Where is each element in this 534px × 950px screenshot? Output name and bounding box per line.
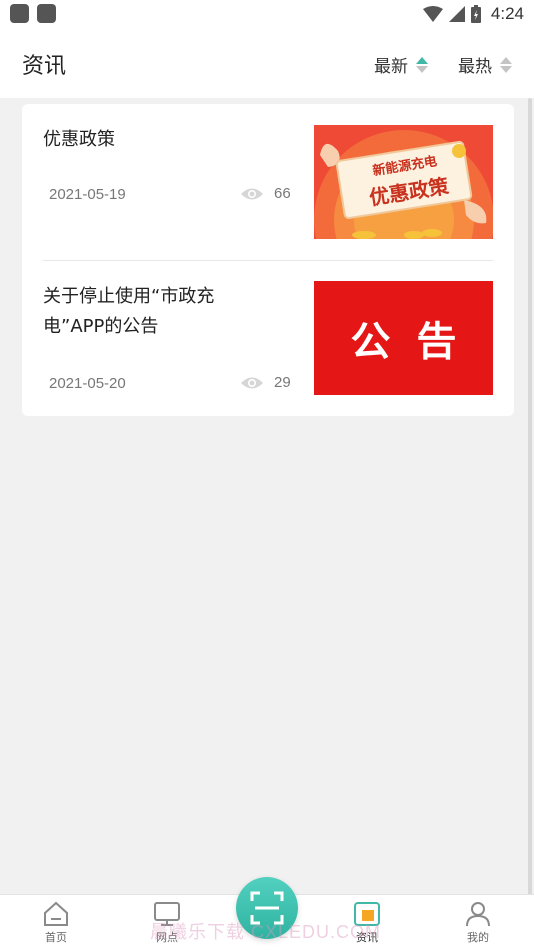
- eye-icon: [241, 188, 263, 199]
- news-item[interactable]: 优惠政策 2021-05-19 66 新能源充电 优惠政策: [22, 104, 514, 260]
- view-count-value: 29: [274, 374, 291, 391]
- watermark: 晨曦乐下载 CXLEDU.COM: [150, 922, 382, 942]
- clock: 4:24: [490, 4, 524, 23]
- news-date: 2021-05-19: [49, 186, 126, 203]
- sort-hot-button[interactable]: 最热: [458, 52, 512, 77]
- app-header: 资讯 最新 最热: [0, 28, 534, 98]
- news-date: 2021-05-20: [49, 375, 126, 392]
- user-icon: [466, 902, 490, 927]
- wifi-icon: [422, 6, 443, 22]
- sort-arrows-icon: [500, 56, 512, 73]
- tab-mine[interactable]: 我的: [438, 901, 518, 945]
- sort-latest-label: 最新: [374, 57, 408, 77]
- scrollbar[interactable]: [528, 98, 532, 898]
- news-thumbnail: 新能源充电 优惠政策: [314, 125, 493, 239]
- news-title: 关于停止使用“市政充电”APP的公告: [43, 286, 215, 337]
- notification-icon: [10, 4, 29, 23]
- tab-home-label: 首页: [45, 931, 67, 944]
- eye-icon: [241, 377, 263, 388]
- view-count-value: 66: [274, 185, 291, 202]
- status-bar: 4:24: [0, 0, 534, 28]
- battery-icon: [470, 5, 481, 23]
- sort-hot-label: 最热: [458, 57, 492, 77]
- news-title: 优惠政策: [43, 129, 115, 150]
- sort-arrows-icon: [416, 56, 428, 73]
- signal-icon: [448, 6, 465, 22]
- tab-home[interactable]: 首页: [16, 901, 96, 945]
- news-thumbnail: 公告: [314, 281, 493, 395]
- notification-icon: [37, 4, 56, 23]
- home-icon: [44, 901, 68, 926]
- view-count: 29: [240, 374, 291, 391]
- sort-latest-button[interactable]: 最新: [374, 52, 428, 77]
- view-count: 66: [240, 185, 291, 202]
- news-item[interactable]: 关于停止使用“市政充电”APP的公告 2021-05-20 29 公告: [22, 261, 514, 417]
- page-title: 资讯: [22, 54, 67, 79]
- thumbnail-text: 公告: [350, 319, 483, 365]
- news-list: 优惠政策 2021-05-19 66 新能源充电 优惠政策 关于停止使用“市政充…: [22, 104, 514, 416]
- tab-mine-label: 我的: [467, 931, 489, 944]
